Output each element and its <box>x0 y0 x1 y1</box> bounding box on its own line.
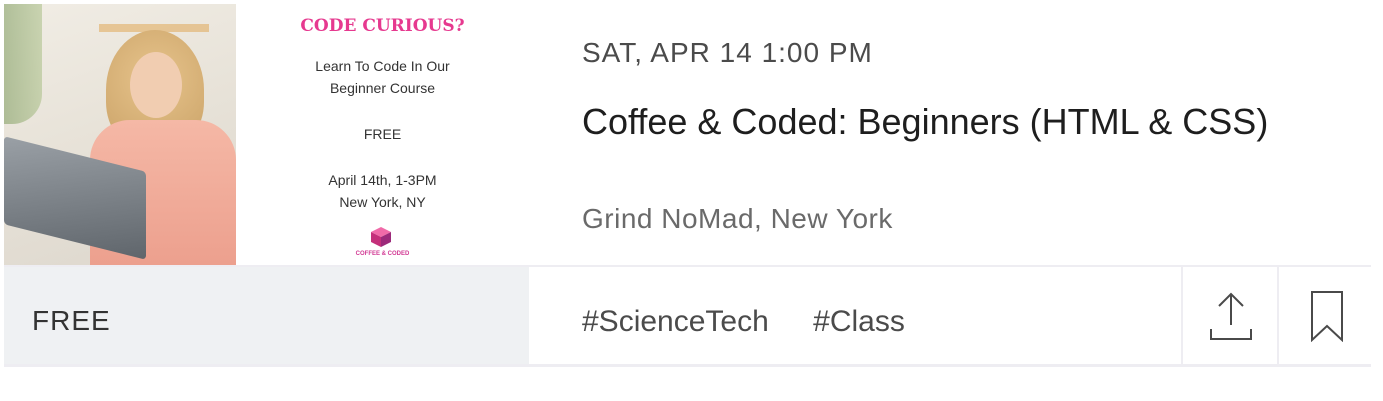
flyer-line: Learn To Code In Our <box>315 58 450 74</box>
bottom-divider <box>4 364 1371 367</box>
flyer-price: FREE <box>363 126 402 142</box>
flyer-brand: COFFEE & CODED <box>355 251 410 257</box>
flyer-date: April 14th, 1-3PM <box>328 172 437 188</box>
event-photo <box>4 4 236 265</box>
event-card[interactable]: CODE CURIOUS? Learn To Code In Our Begin… <box>4 0 1371 368</box>
tag-link[interactable]: #ScienceTech <box>582 305 769 338</box>
share-icon <box>1210 292 1252 340</box>
person-face <box>130 52 182 118</box>
event-datetime: SAT, APR 14 1:00 PM <box>582 37 873 68</box>
flyer-line: Beginner Course <box>329 80 436 96</box>
event-venue: Grind NoMad, New York <box>582 203 893 234</box>
flyer-location: New York, NY <box>339 194 426 210</box>
event-image[interactable]: CODE CURIOUS? Learn To Code In Our Begin… <box>4 4 529 265</box>
plant-decoration <box>4 4 42 124</box>
price-panel: FREE <box>4 267 529 364</box>
bookmark-icon <box>1311 290 1343 342</box>
cube-logo-icon <box>371 227 391 247</box>
event-footer: FREE #ScienceTech #Class <box>4 265 1371 364</box>
price-label: FREE <box>32 305 111 336</box>
event-title[interactable]: Coffee & Coded: Beginners (HTML & CSS) <box>582 98 1322 146</box>
tag-list: #ScienceTech #Class <box>582 305 941 339</box>
tag-link[interactable]: #Class <box>813 305 905 338</box>
flyer-title: CODE CURIOUS? <box>300 16 465 36</box>
bookmark-button[interactable] <box>1277 267 1375 364</box>
share-button[interactable] <box>1181 267 1279 364</box>
event-flyer: CODE CURIOUS? Learn To Code In Our Begin… <box>236 4 529 265</box>
